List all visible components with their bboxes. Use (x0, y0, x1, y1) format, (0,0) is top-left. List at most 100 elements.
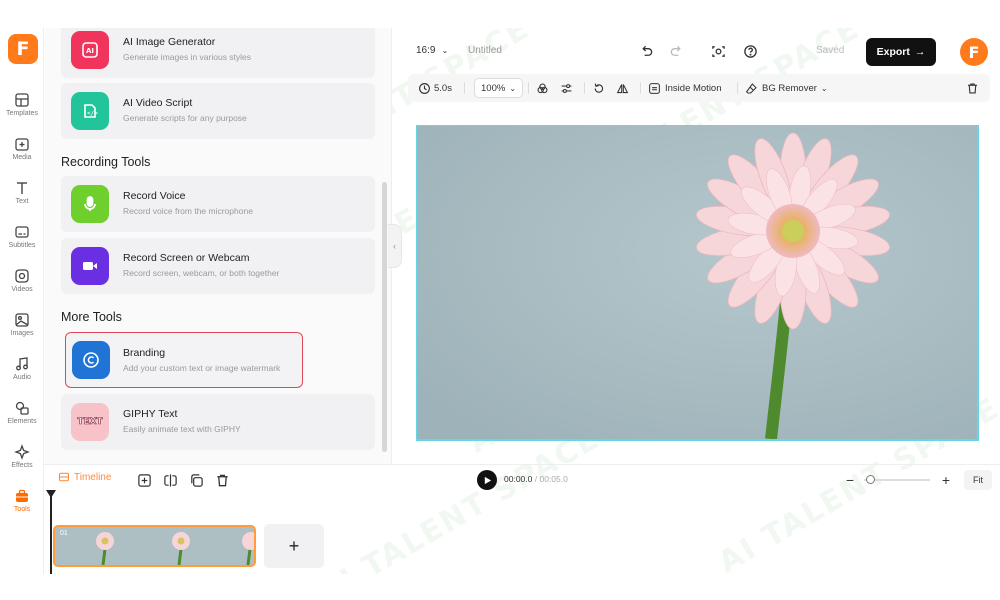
clip-thumbnails (55, 527, 254, 565)
trash-icon[interactable] (966, 78, 979, 98)
rail-item-text[interactable]: Text (0, 172, 44, 212)
playback-time: 00:00.0 / 00:05.0 (504, 474, 568, 484)
zoom-in-icon[interactable]: + (936, 470, 956, 490)
flip-icon[interactable] (616, 78, 629, 98)
toolbar-divider (464, 82, 465, 94)
play-button[interactable] (477, 470, 497, 490)
tool-description: Generate scripts for any purpose (123, 113, 247, 123)
redo-icon[interactable] (666, 41, 686, 61)
bg-remover-button[interactable]: BG Remover ⌄ (745, 78, 828, 98)
delete-icon[interactable] (212, 470, 232, 490)
timeline-icon (58, 472, 70, 482)
toolbar-divider (528, 82, 529, 94)
rail-label: Media (12, 153, 32, 161)
rail-item-templates[interactable]: Templates (0, 84, 44, 124)
tool-description: Record voice from the microphone (123, 206, 253, 216)
tool-title: Branding (123, 347, 166, 359)
app-logo[interactable]: F (8, 34, 38, 64)
clip-number: 01 (60, 530, 68, 537)
videos-icon (14, 268, 30, 284)
zoom-out-icon[interactable]: − (840, 470, 860, 490)
chevron-down-icon: ⌄ (441, 46, 449, 55)
clip-toolbar: 5.0s 100% ⌄ Inside Motion BG Remover ⌄ (408, 74, 990, 102)
tool-description: Record screen, webcam, or both together (123, 268, 280, 278)
tool-card-ai-video-script[interactable]: </> AI Video Script Generate scripts for… (61, 83, 375, 139)
zoom-value: 100% (481, 82, 506, 94)
save-status: Saved (816, 45, 845, 56)
subtitles-icon (14, 224, 30, 240)
editor-app: AI TALENT SPACE AI TALENT SPACE AI TALEN… (0, 28, 1000, 574)
timeline-label: Timeline (74, 471, 112, 483)
timeline-toggle-button[interactable]: Timeline (58, 471, 111, 483)
tool-title: GIPHY Text (123, 408, 178, 420)
rail-item-elements[interactable]: Elements (0, 392, 44, 432)
rail-item-audio[interactable]: Audio (0, 348, 44, 388)
fit-button[interactable]: Fit (964, 470, 992, 490)
add-clip-button[interactable]: + (264, 524, 324, 568)
tool-title: AI Video Script (123, 97, 193, 109)
chevron-down-icon: ⌄ (509, 83, 517, 93)
tool-card-ai-image-generator[interactable]: AI AI Image Generator Generate images in… (61, 28, 375, 78)
panel-scrollbar[interactable] (382, 182, 387, 452)
export-button[interactable]: Export → (866, 38, 936, 66)
duplicate-icon[interactable] (186, 470, 206, 490)
left-rail: F Templates Media Text Subtitles Videos … (0, 28, 44, 574)
tool-card-giphy-text[interactable]: TEXT GIPHY Text Easily animate text with… (61, 394, 375, 450)
rail-item-media[interactable]: Media (0, 128, 44, 168)
rail-item-tools[interactable]: Tools (0, 480, 44, 520)
export-label: Export (876, 46, 910, 58)
elements-icon (14, 400, 30, 416)
undo-icon[interactable] (636, 41, 656, 61)
split-icon[interactable] (160, 470, 180, 490)
panel-collapse-toggle[interactable]: ‹ (388, 224, 402, 268)
adjust-sliders-icon[interactable] (560, 78, 573, 98)
rail-label: Videos (11, 285, 33, 293)
ai-image-icon: AI (71, 31, 109, 69)
rail-item-videos[interactable]: Videos (0, 260, 44, 300)
tool-card-record-screen-webcam[interactable]: Record Screen or Webcam Record screen, w… (61, 238, 375, 294)
tool-card-branding[interactable]: Branding Add your custom text or image w… (65, 332, 303, 388)
screenshot-icon[interactable] (708, 41, 728, 61)
zoom-select[interactable]: 100% ⌄ (474, 78, 524, 98)
eraser-icon (745, 82, 757, 93)
inside-motion-label: Inside Motion (665, 82, 722, 94)
copyright-icon (72, 341, 110, 379)
clock-icon (419, 82, 430, 94)
media-icon (14, 136, 30, 152)
rail-item-subtitles[interactable]: Subtitles (0, 216, 44, 256)
motion-icon (649, 82, 660, 94)
color-adjust-icon[interactable] (536, 78, 549, 98)
rotate-icon[interactable] (592, 78, 605, 98)
inside-motion-button[interactable]: Inside Motion (648, 78, 722, 98)
duration-value: 5.0s (434, 82, 452, 94)
toolbar-divider (640, 82, 641, 94)
effects-icon (14, 443, 30, 460)
rail-label: Tools (13, 505, 31, 513)
text-icon (14, 180, 30, 196)
tool-title: AI Image Generator (123, 36, 216, 48)
zoom-slider-handle[interactable] (866, 475, 875, 484)
rail-label: Text (15, 197, 29, 205)
tool-description: Generate images in various styles (123, 52, 252, 62)
video-canvas[interactable] (416, 125, 979, 441)
playhead[interactable] (50, 492, 52, 574)
images-icon (14, 312, 30, 328)
timeline-controls: Timeline 00:00.0 / 00:05.0 − + Fit (44, 464, 1000, 494)
audio-icon (14, 356, 30, 372)
webcam-icon (71, 247, 109, 285)
svg-text:AI: AI (86, 47, 94, 55)
project-title[interactable]: Untitled (468, 45, 502, 56)
add-track-icon[interactable] (134, 470, 154, 490)
section-title-recording-tools: Recording Tools (61, 155, 151, 169)
rail-item-images[interactable]: Images (0, 304, 44, 344)
total-time: / 00:05.0 (534, 474, 568, 484)
aspect-ratio-select[interactable]: 16:9 ⌄ (416, 45, 448, 56)
giphy-badge: TEXT (77, 417, 103, 428)
help-icon[interactable] (740, 41, 760, 61)
rail-item-effects[interactable]: Effects (0, 436, 44, 476)
duration-control[interactable]: 5.0s (418, 78, 452, 98)
rail-label: Images (10, 329, 34, 337)
timeline-clip[interactable]: 01 (53, 525, 256, 567)
tool-card-record-voice[interactable]: Record Voice Record voice from the micro… (61, 176, 375, 232)
user-avatar[interactable]: F (960, 38, 988, 66)
